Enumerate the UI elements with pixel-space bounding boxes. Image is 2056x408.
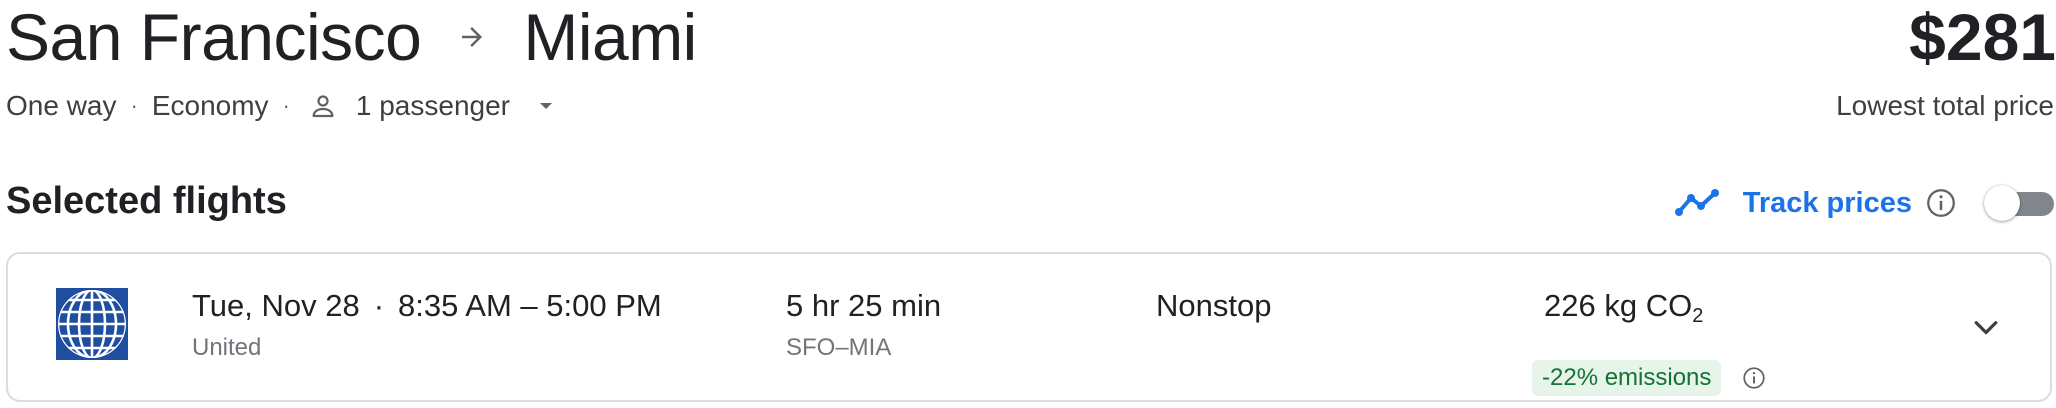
separator-dot: ·: [373, 288, 385, 323]
flight-stops: Nonstop: [1156, 288, 1271, 324]
passenger-count[interactable]: 1 passenger: [356, 90, 510, 122]
chevron-down-icon[interactable]: [1966, 308, 2006, 348]
airport-route: SFO–MIA: [786, 334, 892, 361]
separator-dot: ·: [282, 93, 290, 118]
airline-name: United: [192, 334, 262, 361]
track-prices-control: Track prices: [1674, 180, 2056, 226]
trip-summary: One way · Economy · 1 passenger: [6, 90, 558, 122]
person-icon: [308, 91, 338, 121]
emissions-value: 226 kg CO2: [1544, 288, 1703, 328]
flight-card[interactable]: Tue, Nov 28 · 8:35 AM – 5:00 PM United 5 h…: [6, 252, 2052, 402]
trip-type: One way: [6, 90, 117, 121]
info-icon[interactable]: [1924, 186, 1958, 220]
flight-times: Tue, Nov 28 · 8:35 AM – 5:00 PM United: [192, 288, 662, 362]
flight-emissions: 226 kg CO2 -22% emissions: [1532, 288, 1766, 396]
flight-date: Tue, Nov 28: [192, 288, 360, 323]
arrow-right-icon: [455, 22, 489, 52]
emissions-delta-row: -22% emissions: [1532, 360, 1767, 396]
united-globe-logo: [56, 288, 128, 360]
separator-dot: ·: [130, 93, 138, 118]
route-title: San Francisco Miami: [6, 0, 697, 74]
flight-date-times: Tue, Nov 28 · 8:35 AM – 5:00 PM: [192, 288, 662, 324]
origin-city: San Francisco: [6, 0, 422, 74]
departure-arrival-times: 8:35 AM – 5:00 PM: [398, 288, 662, 323]
price-caption: Lowest total price: [1836, 90, 2054, 121]
stops-value: Nonstop: [1156, 288, 1272, 323]
track-prices-toggle[interactable]: [1984, 183, 2056, 223]
emissions-subscript: 2: [1692, 305, 1704, 327]
cabin-class: Economy: [151, 90, 269, 121]
emissions-badge: -22% emissions: [1532, 360, 1722, 396]
trend-line-icon: [1674, 188, 1721, 218]
emissions-amount: 226 kg CO: [1544, 288, 1693, 323]
duration-value: 5 hr 25 min: [786, 288, 942, 323]
section-title: Selected flights: [6, 180, 287, 222]
caret-down-icon[interactable]: [534, 94, 558, 118]
destination-city: Miami: [523, 0, 697, 74]
flight-duration: 5 hr 25 min SFO–MIA: [786, 288, 941, 362]
track-prices-label[interactable]: Track prices: [1743, 187, 1912, 220]
total-price: $281: [1909, 0, 2056, 74]
info-icon[interactable]: [1741, 365, 1767, 391]
toggle-thumb: [1984, 185, 2020, 221]
